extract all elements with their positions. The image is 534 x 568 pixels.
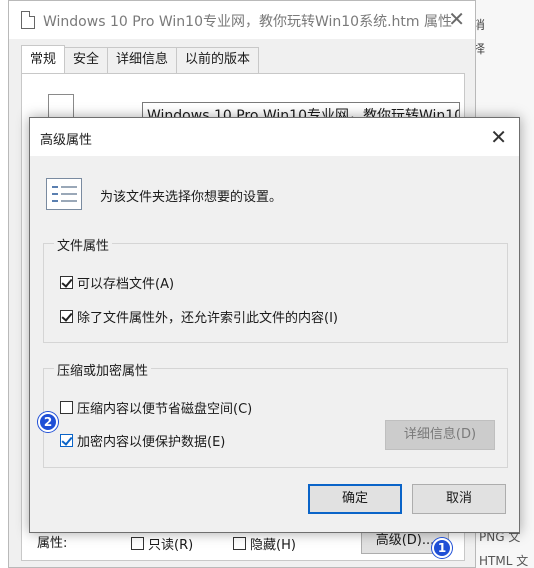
- index-label: 除了文件属性外，还允许索引此文件的内容(I): [77, 311, 338, 326]
- compress-label: 压缩内容以便节省磁盘空间(C): [77, 402, 253, 417]
- archive-label: 可以存档文件(A): [77, 277, 175, 292]
- archive-checkbox[interactable]: 可以存档文件(A): [60, 273, 174, 292]
- close-icon[interactable]: ✕: [490, 125, 507, 149]
- encrypt-label: 加密内容以便保护数据(E): [77, 435, 226, 450]
- checkbox-box[interactable]: [60, 310, 73, 323]
- checkbox-box[interactable]: [233, 537, 246, 550]
- cancel-button[interactable]: 取消: [412, 484, 506, 514]
- details-button[interactable]: 详细信息(D): [385, 420, 495, 450]
- group-title: 压缩或加密属性: [54, 360, 152, 379]
- close-icon[interactable]: ✕: [448, 7, 465, 31]
- advanced-attributes-dialog: 高级属性 ✕ 为该文件夹选择你想要的设置。 文件属性 可以存档文件(A) 除了文…: [29, 117, 520, 533]
- compress-checkbox[interactable]: 压缩内容以便节省磁盘空间(C): [60, 398, 252, 417]
- ok-button[interactable]: 确定: [308, 484, 402, 514]
- properties-window-title: Windows 10 Pro Win10专业网，教你玩转Win10系统.htm …: [43, 14, 452, 30]
- file-attributes-group: 文件属性 可以存档文件(A) 除了文件属性外，还允许索引此文件的内容(I): [43, 235, 508, 343]
- checkbox-box[interactable]: [131, 537, 144, 550]
- document-icon: [21, 11, 35, 29]
- checkbox-box[interactable]: [60, 401, 73, 414]
- hidden-checkbox[interactable]: 隐藏(H): [233, 534, 296, 553]
- dialog-title: 高级属性: [40, 133, 93, 148]
- tab-security[interactable]: 安全: [64, 47, 109, 73]
- attributes-label: 属性:: [37, 536, 68, 551]
- properties-title-bar: Windows 10 Pro Win10专业网，教你玩转Win10系统.htm …: [9, 1, 475, 39]
- compress-encrypt-group: 压缩或加密属性 压缩内容以便节省磁盘空间(C) 加密内容以便保护数据(E): [43, 360, 508, 468]
- group-title: 文件属性: [54, 235, 113, 254]
- step-badge-1: 1: [432, 538, 452, 558]
- index-checkbox[interactable]: 除了文件属性外，还允许索引此文件的内容(I): [60, 307, 338, 326]
- tab-details[interactable]: 详细信息: [107, 47, 178, 73]
- settings-list-icon: [46, 178, 82, 210]
- edge-text: HTML 文: [479, 554, 529, 568]
- checkbox-box[interactable]: [60, 276, 73, 289]
- step-badge-2: 2: [38, 412, 58, 432]
- dialog-title-bar: 高级属性 ✕: [30, 118, 519, 156]
- readonly-label: 只读(R): [148, 538, 194, 553]
- intro-text: 为该文件夹选择你想要的设置。: [100, 190, 283, 205]
- encrypt-checkbox[interactable]: 加密内容以便保护数据(E): [60, 431, 225, 450]
- hidden-label: 隐藏(H): [250, 538, 296, 553]
- tab-previous-versions[interactable]: 以前的版本: [176, 47, 260, 73]
- properties-tabs: 常规 安全 详细信息 以前的版本: [21, 45, 260, 73]
- tab-general[interactable]: 常规: [21, 45, 66, 73]
- readonly-checkbox[interactable]: 只读(R): [131, 534, 193, 553]
- checkbox-box[interactable]: [60, 434, 73, 447]
